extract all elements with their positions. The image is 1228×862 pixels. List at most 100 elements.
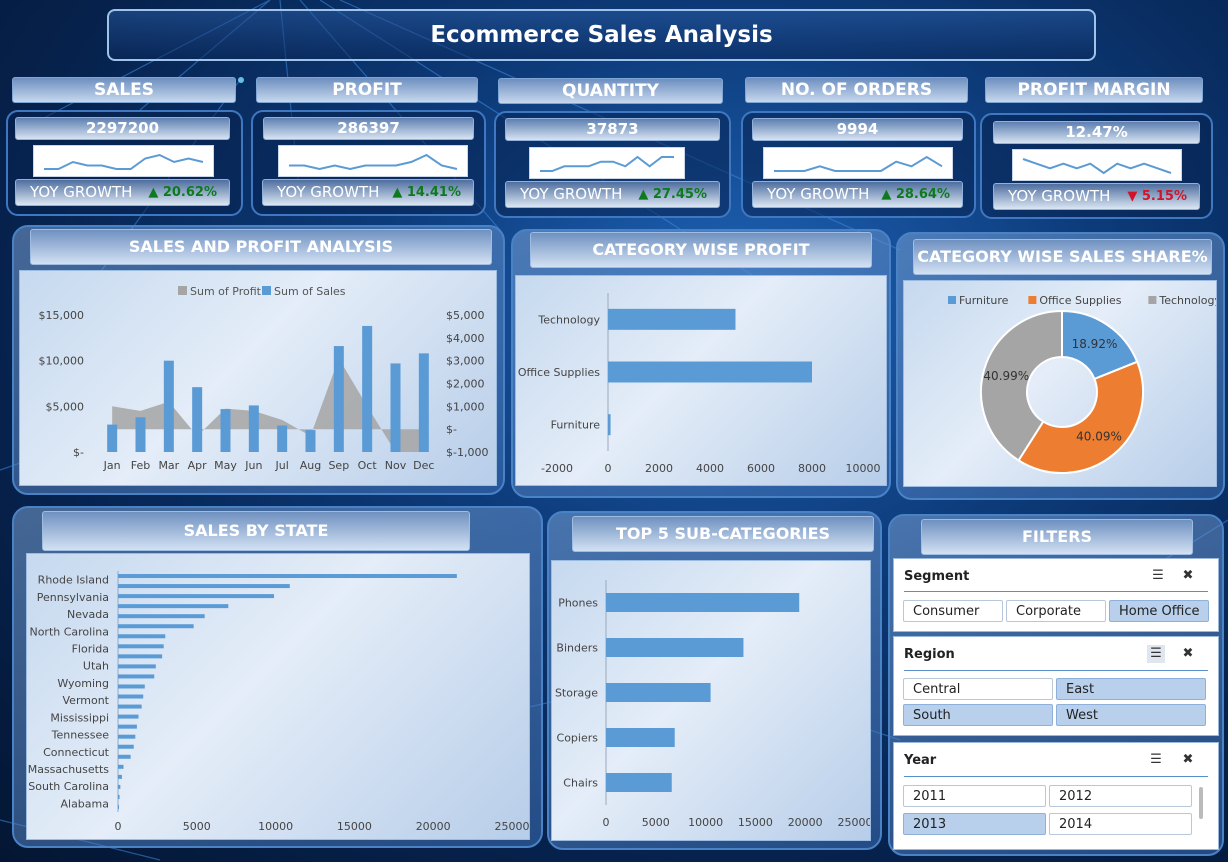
x-axis-tick: 4000	[696, 462, 724, 475]
region-option-west[interactable]: West	[1056, 704, 1206, 726]
dashboard-title: Ecommerce Sales Analysis	[107, 9, 1096, 61]
sparkline-quantity	[529, 147, 685, 179]
state-label: Utah	[83, 660, 109, 673]
state-label: Connecticut	[43, 746, 110, 759]
year-option-2014[interactable]: 2014	[1049, 813, 1192, 835]
x-axis-tick: 0	[115, 820, 122, 833]
data-bar	[608, 414, 611, 436]
clear-filter-icon[interactable]: ✖	[1179, 751, 1197, 769]
sales-bar	[362, 325, 373, 452]
year-option-2011[interactable]: 2011	[903, 785, 1046, 807]
slicer-divider	[904, 670, 1208, 671]
legend-swatch-sales	[262, 286, 271, 295]
data-bar	[118, 584, 290, 589]
category-share-chart: Furniture Office Supplies Technology 18.92%…	[903, 280, 1222, 487]
data-bar	[118, 674, 155, 679]
sales-bar	[390, 363, 401, 452]
data-bar	[606, 593, 800, 612]
slicer-divider	[904, 776, 1208, 777]
state-label: Massachusetts	[28, 763, 110, 776]
right-axis-tick: $1,000	[446, 400, 485, 413]
yoy-label: YOY GROWTH	[277, 183, 380, 201]
slicer-divider	[904, 591, 1208, 592]
sales-bar	[333, 346, 344, 452]
filters-title: FILTERS	[921, 519, 1193, 555]
data-bar	[606, 728, 675, 747]
year-slicer-scrollbar[interactable]	[1199, 787, 1203, 819]
left-axis-tick: $-	[73, 446, 84, 459]
yoy-percent: 5.15%	[1141, 189, 1187, 204]
kpi-value-sales: 2297200	[15, 117, 230, 140]
left-axis-tick: $15,000	[39, 309, 85, 322]
yoy-growth-orders: YOY GROWTH ▲ 28.64%	[752, 181, 963, 208]
sales-state-chart: 0 5000 10000 15000 20000 25000 Rhode Island Pen…	[26, 553, 530, 840]
sales-bar	[192, 387, 203, 452]
kpi-value-margin: 12.47%	[993, 121, 1200, 144]
region-option-central[interactable]: Central	[903, 678, 1053, 700]
data-bar	[118, 744, 134, 749]
region-option-south[interactable]: South	[903, 704, 1053, 726]
right-axis-tick: $2,000	[446, 378, 485, 391]
x-axis-tick: 15000	[337, 820, 372, 833]
region-slicer: Region ☰ ✖ Central East South West	[893, 636, 1219, 736]
sales-bar	[418, 353, 429, 452]
category-share-svg: Furniture Office Supplies Technology 18.92%…	[948, 294, 1222, 474]
multi-select-icon[interactable]: ☰	[1147, 645, 1165, 663]
clear-filter-icon[interactable]: ✖	[1179, 645, 1197, 663]
data-bar	[118, 734, 136, 739]
category-label: Phones	[558, 597, 598, 610]
left-axis-tick: $5,000	[46, 400, 85, 413]
category-label: Furniture	[551, 419, 601, 432]
x-axis-tick: -2000	[541, 462, 573, 475]
x-axis-tick: 5000	[183, 820, 211, 833]
legend-swatch	[948, 296, 956, 304]
sales-bar	[220, 409, 231, 452]
segment-option-corporate[interactable]: Corporate	[1006, 600, 1106, 622]
right-axis-tick: $3,000	[446, 355, 485, 368]
data-bar	[118, 604, 229, 609]
data-bar	[118, 704, 142, 709]
multi-select-icon[interactable]: ☰	[1149, 567, 1167, 585]
data-bar	[118, 714, 139, 719]
sparkline-orders	[763, 147, 953, 179]
sparkline-path	[540, 155, 674, 172]
kpi-label-margin: PROFIT MARGIN	[985, 77, 1203, 103]
yoy-label: YOY GROWTH	[30, 183, 133, 201]
kpi-value-orders: 9994	[752, 118, 963, 141]
kpi-label-profit: PROFIT	[256, 77, 478, 103]
year-option-2013[interactable]: 2013	[903, 813, 1046, 835]
sparkline-profit	[278, 145, 468, 177]
segment-option-home-office[interactable]: Home Office	[1109, 600, 1209, 622]
legend-swatch-profit	[178, 286, 187, 295]
legend-swatch	[1028, 296, 1037, 304]
multi-select-icon[interactable]: ☰	[1147, 751, 1165, 769]
sales-bar	[135, 417, 146, 452]
up-arrow-icon: ▲	[392, 185, 403, 200]
region-option-east[interactable]: East	[1056, 678, 1206, 700]
data-bar	[608, 308, 736, 330]
sparkline-path	[289, 153, 458, 171]
category-label: Office Supplies	[518, 366, 600, 379]
kpi-label-sales: SALES	[12, 77, 236, 103]
x-axis-tick: 2000	[645, 462, 673, 475]
x-axis-tick: 15000	[738, 816, 773, 829]
data-bar	[606, 773, 672, 792]
state-label: Nevada	[67, 608, 109, 621]
data-bar	[118, 784, 121, 789]
month-label: Jun	[244, 459, 262, 472]
data-bar	[606, 638, 744, 657]
year-option-2012[interactable]: 2012	[1049, 785, 1192, 807]
month-label: Oct	[358, 459, 378, 472]
up-arrow-icon: ▲	[881, 187, 892, 202]
state-label: Mississippi	[50, 711, 109, 724]
clear-filter-icon[interactable]: ✖	[1179, 567, 1197, 585]
year-slicer-title: Year	[904, 753, 937, 768]
sales-state-title: SALES BY STATE	[42, 511, 470, 551]
data-bar	[118, 644, 164, 649]
sales-bar	[305, 430, 316, 452]
data-bar	[118, 594, 275, 599]
segment-option-consumer[interactable]: Consumer	[903, 600, 1003, 622]
yoy-label: YOY GROWTH	[1008, 187, 1111, 205]
sales-state-svg: 0 5000 10000 15000 20000 25000 Rhode Island Pen…	[28, 571, 530, 833]
year-slicer: Year ☰ ✖ 2011 2012 2013 2014	[893, 742, 1219, 850]
